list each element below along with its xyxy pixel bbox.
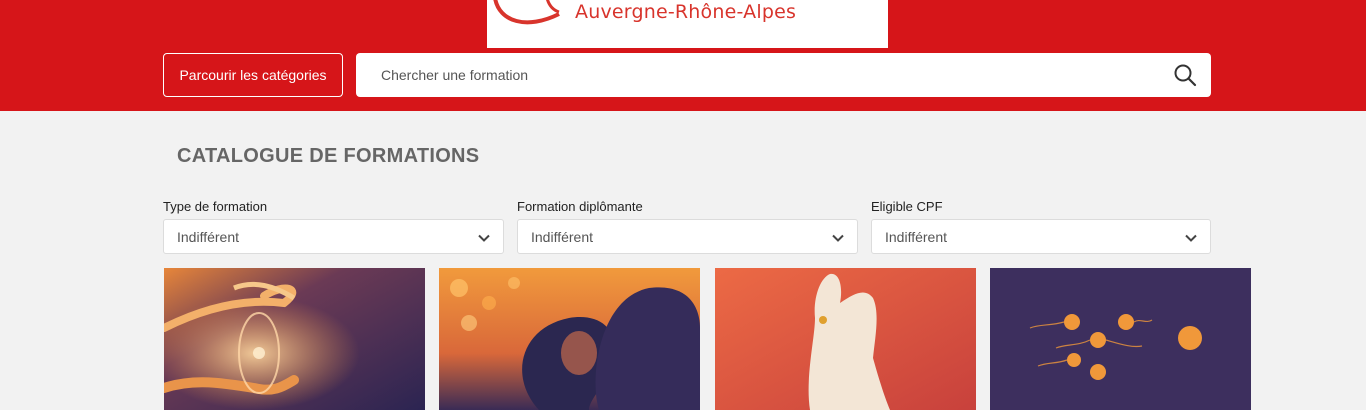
chevron-down-icon bbox=[478, 234, 490, 242]
logo[interactable]: Auvergne-Rhône-Alpes bbox=[487, 0, 888, 48]
select-value: Indifférent bbox=[531, 229, 594, 245]
page-title: CATALOGUE DE FORMATIONS bbox=[177, 145, 480, 167]
select-value: Indifférent bbox=[885, 229, 948, 245]
logo-text: Auvergne-Rhône-Alpes bbox=[575, 1, 797, 23]
card-image bbox=[164, 268, 425, 410]
eligible-cpf-select[interactable]: Indifférent bbox=[871, 219, 1211, 254]
card-image bbox=[715, 268, 976, 410]
browse-categories-button[interactable]: Parcourir les catégories bbox=[163, 53, 343, 97]
card-image bbox=[990, 268, 1251, 410]
filter-label: Type de formation bbox=[163, 199, 268, 214]
search-input[interactable] bbox=[356, 53, 1156, 97]
select-value: Indifférent bbox=[177, 229, 240, 245]
filter-label: Eligible CPF bbox=[871, 199, 943, 214]
card-image bbox=[439, 268, 700, 410]
site-header: Auvergne-Rhône-Alpes Parcourir les catég… bbox=[0, 0, 1366, 111]
formation-diplomante-select[interactable]: Indifférent bbox=[517, 219, 858, 254]
filter-eligible-cpf: Eligible CPF Indifférent bbox=[871, 199, 1211, 254]
chevron-down-icon bbox=[832, 234, 844, 242]
formation-card[interactable] bbox=[990, 268, 1251, 410]
filter-label: Formation diplômante bbox=[517, 199, 643, 214]
filter-formation-diplomante: Formation diplômante Indifférent bbox=[517, 199, 858, 254]
chevron-down-icon bbox=[1185, 234, 1197, 242]
type-formation-select[interactable]: Indifférent bbox=[163, 219, 504, 254]
search-bar bbox=[356, 53, 1211, 97]
search-icon[interactable] bbox=[1173, 63, 1197, 87]
formation-card[interactable] bbox=[715, 268, 976, 410]
logo-swoosh-icon bbox=[493, 0, 560, 25]
formation-card[interactable] bbox=[164, 268, 425, 410]
formation-card[interactable] bbox=[439, 268, 700, 410]
filter-type-formation: Type de formation Indifférent bbox=[163, 199, 504, 254]
